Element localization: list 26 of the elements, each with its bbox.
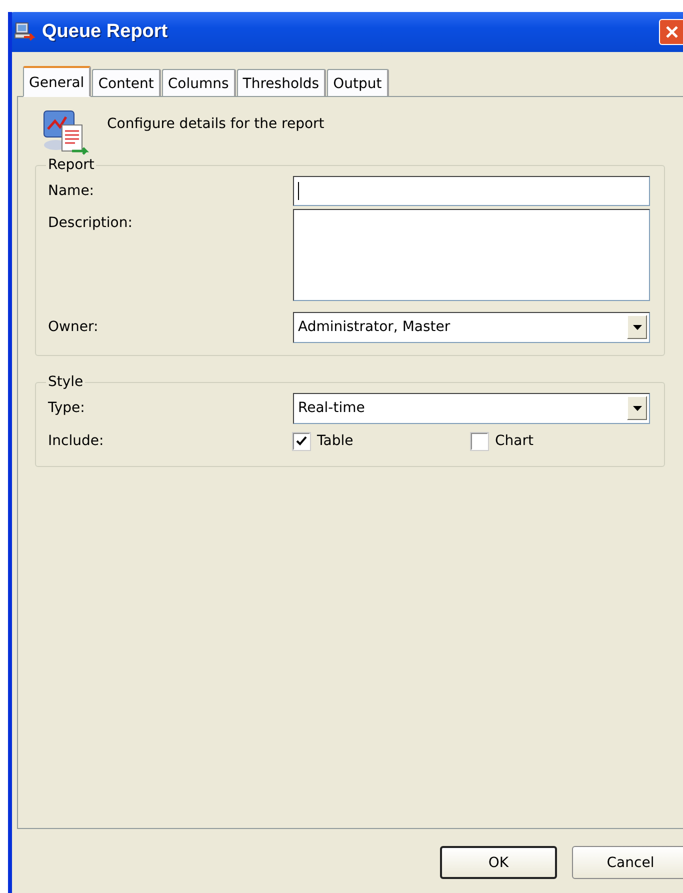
dropdown[interactable]: Administrator, Master bbox=[293, 312, 650, 342]
group-title: Report bbox=[47, 157, 96, 173]
close-button[interactable] bbox=[659, 19, 683, 45]
dialog-button[interactable]: Cancel bbox=[572, 846, 683, 879]
field-label: Include: bbox=[48, 433, 105, 449]
tab[interactable]: Content bbox=[92, 69, 161, 96]
field-label: Owner: bbox=[48, 319, 100, 335]
group-title: Style bbox=[47, 374, 84, 390]
dialog-button[interactable]: OK bbox=[440, 846, 557, 879]
header-text: Configure details for the report bbox=[107, 116, 324, 132]
field-label: Type: bbox=[48, 400, 86, 416]
checkbox-label: Table bbox=[317, 433, 354, 449]
close-icon bbox=[664, 25, 678, 39]
window-title: Queue Report bbox=[42, 21, 169, 43]
checkbox-label: Chart bbox=[495, 433, 534, 449]
tab[interactable]: Columns bbox=[162, 69, 236, 96]
field-label: Description: bbox=[48, 215, 134, 231]
computer-icon bbox=[14, 22, 36, 42]
checkbox[interactable] bbox=[293, 432, 310, 450]
tab[interactable]: General bbox=[23, 66, 92, 97]
checkbox[interactable] bbox=[471, 432, 488, 450]
tab[interactable]: Output bbox=[327, 69, 389, 96]
field-label: Name: bbox=[48, 183, 96, 199]
tab[interactable]: Thresholds bbox=[236, 69, 326, 96]
input-field[interactable] bbox=[293, 176, 650, 206]
dropdown[interactable]: Real-time bbox=[293, 392, 650, 424]
